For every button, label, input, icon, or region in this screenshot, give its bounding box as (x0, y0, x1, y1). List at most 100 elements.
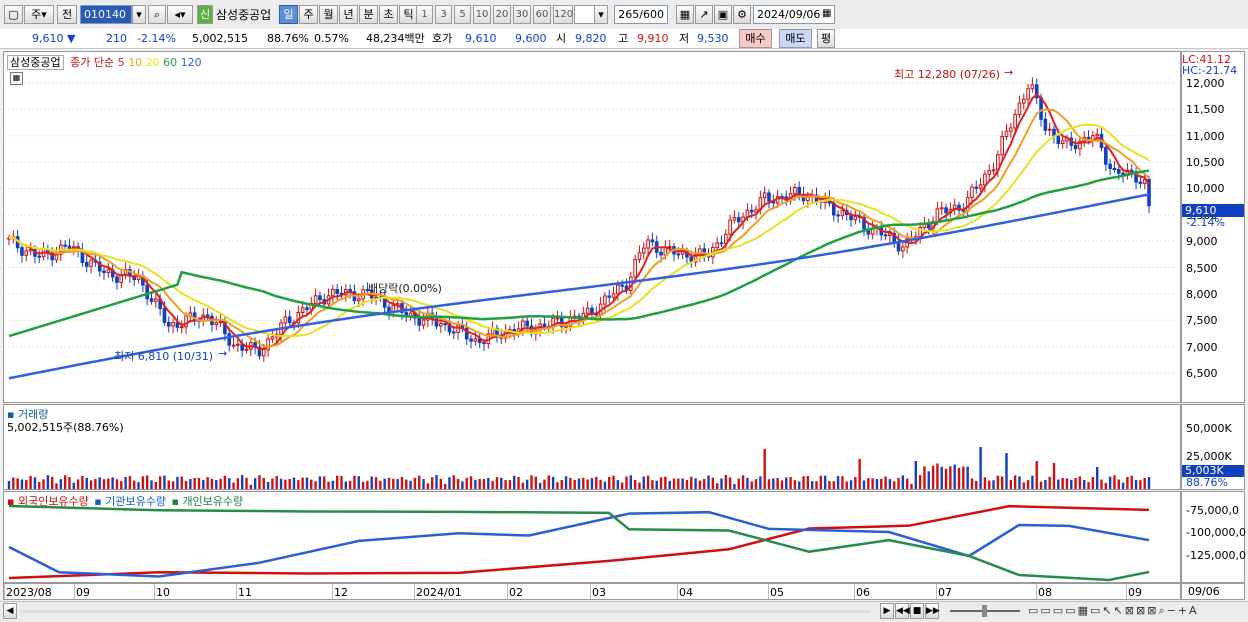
price-chart-pane[interactable]: 삼성중공업 종가 단순 5 10 20 60 120 ▦ 최고 12,280 (… (3, 51, 1181, 403)
holdings-tick-100000: -100,000,0 (1186, 526, 1246, 539)
interval-1[interactable]: 1 (416, 5, 433, 24)
volume-bar (681, 478, 684, 489)
tab-second[interactable]: 초 (379, 5, 398, 24)
buy-button[interactable]: 매수 (739, 29, 772, 48)
gear-icon[interactable]: ⚙ (733, 5, 751, 24)
volume-bar (573, 479, 576, 489)
candle-body (641, 247, 646, 254)
volume-bar (927, 471, 930, 489)
candle-body (1060, 140, 1065, 144)
count-input[interactable]: 265/600 (614, 5, 668, 24)
search-icon[interactable]: ⌕ (148, 5, 166, 24)
rewind-icon[interactable]: ◀◀ (895, 603, 910, 619)
bid-price: 9,600 (515, 32, 547, 45)
holdings-pane[interactable]: ▪ 외국인보유수량 ▪ 기관보유수량 ▪ 개인보유수량 (3, 491, 1181, 583)
interval-60[interactable]: 60 (533, 5, 551, 24)
volume-bar (1013, 475, 1017, 489)
candle-body (318, 295, 322, 301)
quote-amount: 48,234백만 (366, 32, 425, 45)
candle-body (1108, 163, 1112, 170)
interval-3[interactable]: 3 (435, 5, 452, 24)
drawing-tool-icon[interactable]: ↗ (695, 5, 713, 24)
candle-body (214, 322, 219, 325)
volume-bar (918, 475, 922, 489)
scrollbar-track[interactable] (20, 610, 870, 613)
volume-bar (530, 475, 533, 489)
candle-body (1116, 168, 1121, 174)
stock-code-input[interactable]: 010140 (80, 5, 132, 24)
volume-bar (1035, 461, 1038, 489)
interval-5[interactable]: 5 (454, 5, 471, 24)
volume-bar (1117, 479, 1120, 489)
market-label: 주 (31, 8, 42, 21)
speaker-icon[interactable]: ◂▾ (167, 5, 193, 24)
volume-bar (1108, 476, 1112, 489)
volume-bar (841, 476, 844, 489)
save-icon[interactable]: ▣ (714, 5, 732, 24)
window-icon[interactable]: ▢ (4, 5, 23, 24)
volume-bar (292, 477, 296, 489)
volume-bar (409, 480, 412, 489)
tab-week[interactable]: 주 (299, 5, 318, 24)
volume-bar (949, 466, 952, 489)
high-arrow-icon: → (1004, 66, 1014, 79)
x-tick-mark (768, 584, 769, 599)
volume-bar (374, 477, 378, 489)
candle-body (1104, 147, 1108, 165)
volume-bar (953, 464, 956, 489)
x-tick-mark (507, 584, 508, 599)
prev-button[interactable]: 전 (57, 5, 77, 24)
volume-bar (16, 478, 19, 489)
code-dropdown-icon[interactable]: ▾ (132, 5, 146, 24)
volume-bar (651, 480, 654, 489)
tab-minute[interactable]: 분 (359, 5, 378, 24)
volume-bar (163, 475, 166, 489)
volume-bar (249, 484, 253, 489)
volume-bar (50, 476, 54, 489)
candle-body (762, 192, 767, 199)
interval-10[interactable]: 10 (473, 5, 491, 24)
volume-bar (500, 477, 503, 489)
volume-bar (759, 476, 762, 489)
volume-bar (55, 483, 58, 489)
avg-button[interactable]: 평 (817, 29, 835, 48)
end-date: 09/06 (1188, 585, 1220, 598)
tab-day[interactable]: 일 (279, 5, 298, 24)
candle-body (719, 242, 724, 245)
candle-body (1056, 135, 1061, 144)
candle-body (231, 344, 236, 347)
chart-settings-icon[interactable]: ▦ (676, 5, 694, 24)
candle-body (987, 170, 992, 175)
volume-bar (836, 476, 840, 489)
price-tick: 11,000 (1186, 129, 1225, 143)
calendar-icon[interactable]: ▦ (822, 8, 831, 19)
sell-button[interactable]: 매도 (779, 29, 812, 48)
volume-bar (210, 478, 214, 489)
interval-dropdown-icon[interactable]: ▾ (594, 5, 608, 24)
current-pct: -2.14% (1186, 216, 1225, 229)
fast-forward-icon[interactable]: ▶▶ (925, 603, 940, 619)
zoom-slider-handle[interactable] (982, 605, 987, 617)
volume-bar (595, 476, 598, 489)
volume-bar (944, 468, 948, 489)
scroll-right-icon[interactable]: ▶ (880, 603, 894, 619)
volume-tick-50000k: 50,000K (1186, 422, 1232, 435)
market-select[interactable]: 주▾ (24, 5, 54, 24)
scroll-left-icon[interactable]: ◀ (3, 603, 17, 619)
interval-120[interactable]: 120 (553, 5, 573, 24)
candle-body (469, 338, 473, 342)
volume-bar (936, 463, 939, 489)
interval-30[interactable]: 30 (513, 5, 531, 24)
volume-bar (685, 479, 689, 489)
volume-bar (202, 479, 205, 489)
chart-tools-icons[interactable]: ▭▭▭▭▦▭↖↖⊠⊠⊠⌕−+A (1028, 604, 1199, 618)
tab-year[interactable]: 년 (339, 5, 358, 24)
volume-bar (988, 480, 991, 489)
interval-20[interactable]: 20 (493, 5, 511, 24)
stop-icon[interactable]: ■ (910, 603, 924, 619)
tab-month[interactable]: 월 (319, 5, 338, 24)
candle-body (836, 214, 840, 217)
candle-body (417, 317, 422, 326)
volume-bar (625, 476, 628, 489)
volume-pane[interactable]: ▪ 거래량 5,002,515주(88.76%) (3, 404, 1181, 490)
